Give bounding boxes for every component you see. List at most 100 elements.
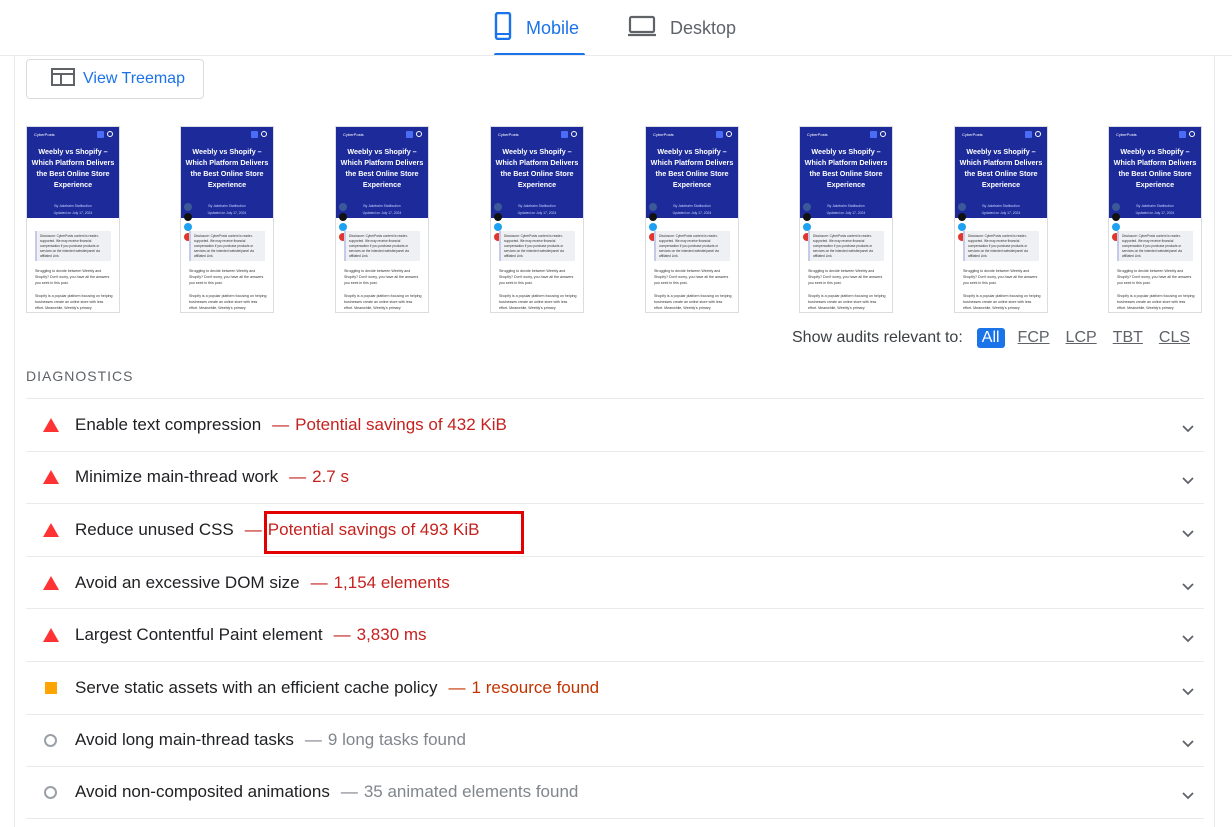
red-triangle-icon [26, 417, 75, 432]
x-icon [1112, 213, 1120, 221]
frame-title: Weebly vs Shopify – Which Platform Deliv… [650, 147, 734, 189]
frame-hero: Weebly vs Shopify – Which Platform Deliv… [181, 127, 273, 218]
tab-mobile[interactable]: Mobile [494, 0, 585, 56]
facebook-icon [1112, 203, 1120, 211]
filter-tbt[interactable]: TBT [1113, 329, 1143, 347]
menu-icon [251, 131, 258, 138]
filmstrip-frame: CyberPosts Weebly vs Shopify – Which Plat… [799, 126, 893, 313]
frame-hero: CyberPosts Weebly vs Shopify – Which Plat… [1109, 127, 1201, 218]
audit-separator: — [340, 782, 358, 802]
diagnostics-heading: DIAGNOSTICS [26, 368, 134, 384]
chevron-down-icon[interactable] [1182, 577, 1194, 590]
audit-separator: — [448, 677, 466, 697]
gray-circle-icon [26, 785, 75, 799]
frame-hero: CyberPosts Weebly vs Shopify – Which Plat… [800, 127, 892, 218]
audit-title: Avoid long main-thread tasks [75, 730, 294, 750]
view-treemap-label: View Treemap [83, 70, 185, 87]
audit-detail: 35 animated elements found [363, 782, 579, 802]
audit-detail: 9 long tasks found [327, 730, 466, 750]
frame-title: Weebly vs Shopify – Which Platform Deliv… [959, 147, 1043, 189]
filter-all[interactable]: All [976, 328, 1005, 348]
chevron-down-icon[interactable] [1182, 524, 1194, 538]
chevron-down-icon[interactable] [1182, 734, 1194, 748]
menu-icon [406, 131, 413, 138]
search-icon [261, 131, 267, 137]
view-treemap-button[interactable]: View Treemap [26, 59, 204, 99]
audit-detail: 1,154 elements [333, 572, 450, 592]
menu-icon [97, 131, 104, 138]
filmstrip-frame: CyberPosts Weebly vs Shopify – Which Plat… [645, 126, 739, 313]
share-icon [1112, 223, 1120, 231]
share-icon [649, 223, 657, 231]
content-border-right [1214, 56, 1215, 827]
audit-filter-bar: Show audits relevant to: All FCP LCP TBT… [792, 327, 1206, 349]
search-icon [1035, 131, 1041, 137]
audit-row-largest-contentful-paint-element[interactable]: Largest Contentful Paint element —3,830 m… [26, 608, 1204, 661]
frame-paragraph: Shopify is a popular platform focusing o… [808, 294, 886, 310]
search-icon [880, 131, 886, 137]
chevron-down-icon[interactable] [1182, 629, 1194, 643]
frame-paragraph: Struggling to decide between Weebly and … [963, 269, 1038, 285]
diagnostics-list: Enable text compression — Potential saving… [26, 398, 1204, 819]
red-triangle-icon [26, 470, 75, 485]
frame-paragraph: Struggling to decide between Weebly and … [35, 269, 110, 285]
chevron-down-icon[interactable] [1182, 786, 1194, 800]
audit-row-avoid-an-excessive-dom-size[interactable]: Avoid an excessive DOM size —1,154 elemen… [26, 555, 1204, 609]
audit-row-minimize-main-thread-work[interactable]: Minimize main-thread work —2.7 s [26, 450, 1204, 504]
frame-hero: CyberPosts Weebly vs Shopify – Which Plat… [955, 127, 1047, 218]
frame-meta: By Jakebalm Statibudion Updated on July 1… [53, 204, 93, 215]
frame-paragraph: Shopify is a popular platform focusing o… [499, 294, 577, 310]
share-icon [803, 223, 811, 231]
share-icon [339, 223, 347, 231]
audit-title: Avoid an excessive DOM size [75, 572, 300, 592]
search-icon [107, 131, 113, 137]
frame-hero: CyberPosts Weebly vs Shopify – Which Plat… [646, 127, 738, 218]
frame-paragraph: Struggling to decide between Weebly and … [344, 269, 419, 285]
x-icon [803, 213, 811, 221]
device-tabs: Mobile Desktop [0, 0, 1232, 56]
frame-logo: CyberPosts [1116, 132, 1137, 137]
frame-hero: CyberPosts Weebly vs Shopify – Which Plat… [491, 127, 583, 218]
x-icon [184, 213, 192, 221]
frame-logo: CyberPosts [962, 132, 983, 137]
audit-detail: 2.7 s [312, 467, 349, 487]
audit-separator: — [244, 519, 262, 539]
share-icon [184, 223, 192, 231]
menu-icon [716, 131, 723, 138]
audit-row-enable-text-compression[interactable]: Enable text compression — Potential saving… [26, 398, 1204, 451]
facebook-icon [184, 203, 192, 211]
screenshot-filmstrip: CyberPosts Weebly vs Shopify – Which Plat… [26, 126, 1204, 313]
filter-cls[interactable]: CLS [1159, 329, 1190, 347]
filter-lcp[interactable]: LCP [1066, 329, 1097, 347]
content-border-left [14, 56, 15, 827]
frame-meta: By Jakebalm Statibudion Updated on July 1… [207, 204, 247, 215]
menu-icon [870, 131, 877, 138]
frame-meta: By Jakebalm Statibudion Updated on July 1… [672, 204, 712, 215]
audit-row-serve-static-assets-with-an-efficient-cache-policy[interactable]: Serve static assets with an efficient ca… [26, 660, 1204, 714]
search-icon [726, 131, 732, 137]
audit-title: Avoid non-composited animations [75, 782, 330, 802]
filter-fcp[interactable]: FCP [1018, 329, 1050, 347]
chevron-down-icon[interactable] [1182, 471, 1194, 485]
frame-paragraph: Struggling to decide between Weebly and … [654, 269, 729, 285]
chevron-down-icon[interactable] [1182, 682, 1194, 696]
red-triangle-icon [26, 628, 75, 643]
audit-detail: 3,830 ms [356, 625, 427, 645]
frame-hero: CyberPosts Weebly vs Shopify – Which Plat… [336, 127, 428, 218]
audit-row-avoid-non-composited-animations[interactable]: Avoid non-composited animations —35 anima… [26, 766, 1204, 819]
frame-logo: CyberPosts [807, 132, 828, 137]
chevron-down-icon[interactable] [1182, 419, 1194, 433]
audit-row-reduce-unused-css[interactable]: Reduce unused CSS — Potential savings of 4… [26, 503, 1204, 556]
audit-row-avoid-long-main-thread-tasks[interactable]: Avoid long main-thread tasks —9 long task… [26, 713, 1204, 767]
search-icon [1189, 131, 1195, 137]
orange-square-icon [26, 681, 75, 694]
tab-desktop[interactable]: Desktop [628, 0, 736, 56]
frame-paragraph: Struggling to decide between Weebly and … [499, 269, 574, 285]
audit-title: Serve static assets with an efficient ca… [75, 677, 438, 697]
filmstrip-frame: CyberPosts Weebly vs Shopify – Which Plat… [335, 126, 429, 313]
facebook-icon [803, 203, 811, 211]
frame-header-icons [97, 131, 113, 138]
frame-disclosure: Disclosure: CyberPosts content is reader… [499, 231, 575, 261]
frame-paragraph: Shopify is a popular platform focusing o… [35, 294, 113, 310]
tabs-divider [0, 55, 1232, 56]
